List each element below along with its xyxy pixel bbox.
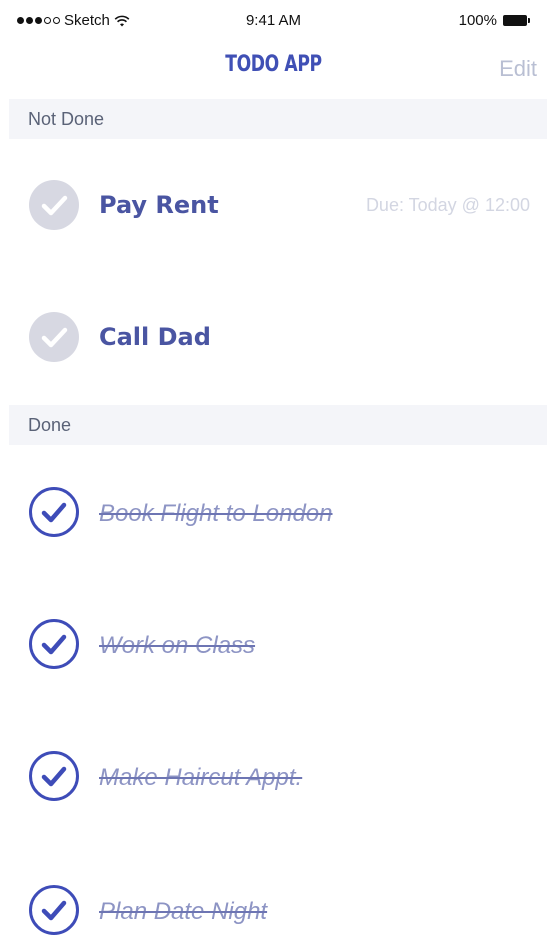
todo-item-title: Pay Rent (99, 191, 219, 219)
todo-item-work-on-class[interactable]: Work on Class (0, 614, 547, 674)
todo-item-title-completed: Work on Class (99, 632, 256, 659)
check-circle-outline-icon[interactable] (29, 751, 79, 801)
todo-item-make-haircut[interactable]: Make Haircut Appt. (0, 746, 547, 806)
battery-percent: 100% (458, 12, 497, 29)
todo-item-call-dad[interactable]: Call Dad (0, 307, 547, 367)
status-bar: Sketch 9:41 AM 100% (0, 0, 547, 40)
section-header-not-done: Not Done (9, 99, 547, 139)
todo-item-title: Call Dad (99, 323, 211, 351)
due-date-label: Due: Today @ 12:00 (365, 195, 530, 215)
battery-full-icon (503, 15, 530, 26)
check-circle-outline-icon[interactable] (29, 487, 79, 537)
todo-item-title-completed: Make Haircut Appt. (99, 764, 303, 791)
page-title: TODO APP (225, 52, 322, 77)
check-circle-outline-icon[interactable] (29, 619, 79, 669)
section-header-done: Done (9, 405, 547, 445)
todo-item-pay-rent[interactable]: Pay Rent Due: Today @ 12:00 (0, 175, 547, 235)
check-circle-gray-icon[interactable] (29, 312, 79, 362)
todo-item-title-completed: Plan Date Night (99, 898, 268, 925)
todo-item-title-completed: Book Flight to London (99, 500, 333, 527)
todo-item-plan-date-night[interactable]: Plan Date Night (0, 880, 547, 940)
check-circle-gray-icon[interactable] (29, 180, 79, 230)
check-circle-outline-icon[interactable] (29, 885, 79, 935)
edit-button[interactable]: Edit (499, 56, 537, 82)
nav-bar: TODO APP Edit (0, 44, 547, 92)
todo-item-book-flight[interactable]: Book Flight to London (0, 482, 547, 542)
status-right: 100% (459, 12, 530, 29)
